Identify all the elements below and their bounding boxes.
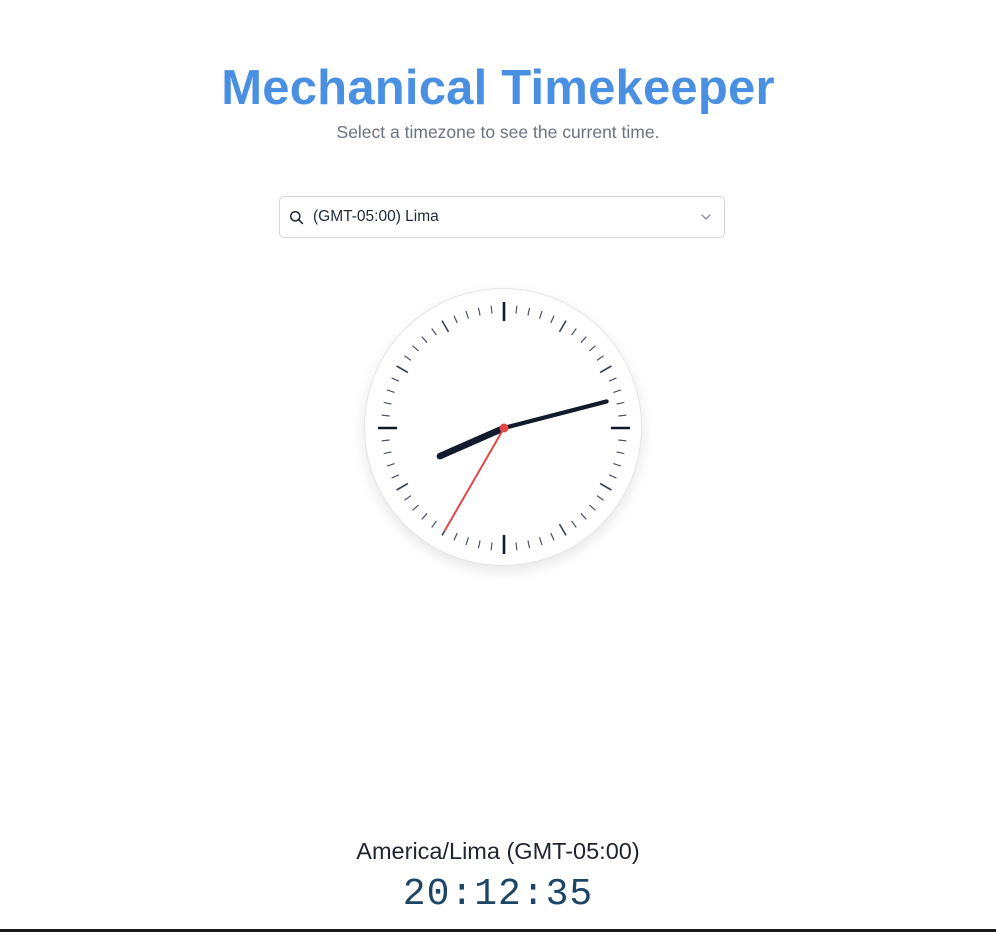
clock-tick xyxy=(396,365,409,374)
search-icon xyxy=(289,210,304,225)
clock-tick xyxy=(580,513,587,520)
clock-face xyxy=(364,288,642,566)
analog-clock xyxy=(364,288,642,566)
clock-tick xyxy=(404,355,412,361)
minute-hand xyxy=(501,399,609,431)
clock-tick xyxy=(589,504,596,511)
clock-tick xyxy=(527,540,531,549)
clock-tick xyxy=(580,336,587,343)
clock-tick xyxy=(431,520,437,528)
clock-tick xyxy=(589,345,596,352)
clock-center-pin xyxy=(499,423,509,433)
hour-hand xyxy=(436,424,508,460)
clock-tick xyxy=(386,462,395,467)
clock-tick xyxy=(381,439,390,442)
clock-tick xyxy=(441,320,450,333)
timezone-label: America/Lima (GMT-05:00) xyxy=(356,838,640,864)
clock-tick xyxy=(515,542,518,551)
chevron-down-icon xyxy=(700,211,712,223)
page-title: Mechanical Timekeeper xyxy=(221,61,775,115)
header: Mechanical Timekeeper Select a timezone … xyxy=(0,58,996,144)
clock-svg xyxy=(378,302,630,554)
clock-tick xyxy=(412,504,419,511)
timezone-select-value: (GMT-05:00) Lima xyxy=(313,208,439,225)
clock-tick xyxy=(404,495,412,501)
clock-tick xyxy=(618,439,627,442)
clock-tick xyxy=(571,520,577,528)
clock-tick xyxy=(453,315,458,324)
clock-tick xyxy=(618,414,627,417)
clock-tick xyxy=(431,328,437,336)
clock-tick xyxy=(538,310,543,319)
clock-tick xyxy=(599,482,612,491)
clock-tick xyxy=(381,414,390,417)
clock-tick xyxy=(558,320,567,333)
clock-tick xyxy=(386,389,395,394)
clock-tick xyxy=(538,537,543,546)
clock-tick xyxy=(596,495,604,501)
clock-tick xyxy=(613,462,622,467)
clock-tick xyxy=(571,328,577,336)
clock-tick xyxy=(599,365,612,374)
clock-tick xyxy=(396,482,409,491)
clock-tick xyxy=(550,532,555,541)
digital-time: 20:12:35 xyxy=(402,873,594,916)
time-readout: America/Lima (GMT-05:00) 20:12:35 xyxy=(0,836,996,916)
clock-tick xyxy=(616,401,625,405)
clock-tick xyxy=(465,537,470,546)
clock-tick xyxy=(616,451,625,455)
clock-tick xyxy=(515,305,518,314)
clock-tick xyxy=(558,523,567,536)
clock-tick xyxy=(527,307,531,316)
clock-tick xyxy=(608,377,617,382)
clock-tick xyxy=(550,315,555,324)
clock-tick xyxy=(383,401,392,405)
clock-tick xyxy=(490,305,493,314)
clock-tick xyxy=(477,307,481,316)
clock-tick xyxy=(391,377,400,382)
clock-tick xyxy=(383,451,392,455)
clock-tick xyxy=(465,310,470,319)
page-subtitle: Select a timezone to see the current tim… xyxy=(336,122,660,142)
clock-tick xyxy=(453,532,458,541)
clock-tick xyxy=(412,345,419,352)
clock-tick xyxy=(613,389,622,394)
clock-tick xyxy=(490,542,493,551)
clock-tick xyxy=(477,540,481,549)
clock-tick xyxy=(596,355,604,361)
clock-tick xyxy=(391,474,400,479)
clock-tick xyxy=(608,474,617,479)
clock-tick xyxy=(421,336,428,343)
clock-tick xyxy=(421,513,428,520)
timezone-select[interactable]: (GMT-05:00) Lima xyxy=(279,196,725,238)
